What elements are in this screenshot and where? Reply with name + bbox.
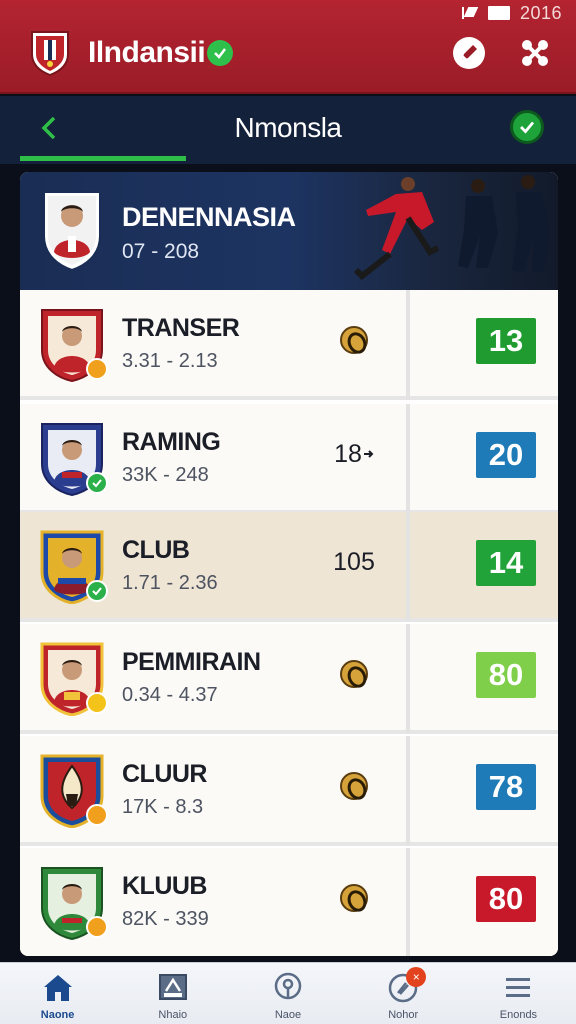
club-score[interactable]: 20 [476,432,536,478]
players-illustration [353,175,550,281]
stadium-icon [158,974,187,1000]
club-row[interactable]: CLUUR 17K - 8.3 78 [20,736,558,846]
edit-button[interactable] [450,34,488,72]
club-logo-icon[interactable] [28,28,72,76]
club-range: 3.31 - 2.13 [122,350,218,372]
club-range: 1.71 - 2.36 [122,572,218,594]
nav-label: Naone [40,1009,75,1021]
club-name: RAMING [122,428,221,456]
club-range: 33K - 248 [122,464,209,486]
club-name: PEMMIRAIN [122,648,261,676]
row-divider [406,404,410,514]
club-name: KLUUB [122,872,208,900]
row-divider [406,512,410,622]
club-crest [40,752,108,829]
football-icon [340,326,368,354]
club-row[interactable]: TRANSER 3.31 - 2.13 13 [20,290,558,400]
status-bar: 2016 [461,2,562,24]
club-score[interactable]: 80 [476,652,536,698]
club-badge-icon [86,804,108,826]
club-row[interactable]: PEMMIRAIN 0.34 - 4.37 80 [20,624,558,734]
nav-label: Naoe [274,1009,302,1021]
featured-club-row[interactable]: DENENNASIA 07 - 208 [20,172,558,290]
home-icon [43,975,72,1001]
nav-label: Enonds [499,1009,538,1021]
signal-icon [461,7,478,19]
player-crest-icon [43,191,101,272]
club-name: TRANSER [122,314,240,342]
club-row[interactable]: CLUB 1.71 - 2.36 105 14 [20,512,558,622]
app-title: Ilndansii [88,36,234,70]
club-score[interactable]: 78 [476,764,536,810]
nav-item-location[interactable]: Naoe [230,963,345,1024]
club-row[interactable]: RAMING 33K - 248 18 20 [20,404,558,514]
menu-icon [506,978,531,997]
row-indicator [324,878,384,918]
club-name: CLUB [122,536,190,564]
row-divider [406,624,410,734]
row-indicator [324,654,384,694]
club-list: DENENNASIA 07 - 208 TRANSER 3.31 - 2.13 … [20,172,558,956]
football-icon [340,884,368,912]
nav-item-menu[interactable]: Enonds [461,963,576,1024]
club-row[interactable]: KLUUB 82K - 339 80 [20,848,558,956]
club-crest [40,528,108,605]
club-badge-icon [86,692,108,714]
club-crest [40,640,108,717]
club-name: CLUUR [122,760,208,788]
row-divider [406,290,410,400]
share-icon [522,40,548,66]
club-badge-icon [86,358,108,380]
club-score[interactable]: 80 [476,876,536,922]
app-bar: 2016 Ilndansii [0,0,576,94]
row-indicator-value: 105 [333,547,375,576]
share-button[interactable] [516,34,554,72]
arrow-icon [363,450,374,458]
active-tab-indicator [20,156,186,161]
location-icon [274,972,302,1000]
battery-icon [487,6,510,20]
status-year: 2016 [519,2,562,23]
verified-badge-icon [86,472,108,494]
verified-badge-icon [86,580,108,602]
featured-club-range: 07 - 208 [122,240,200,263]
notification-badge: × [406,967,427,987]
notification-icon: × [386,967,427,1005]
nav-title: Nmonsla [234,112,342,143]
nav-label: Nohor [388,1009,419,1021]
club-score[interactable]: 14 [476,540,536,586]
nav-label: Nhaio [158,1009,188,1021]
club-badge-icon [86,916,108,938]
club-range: 82K - 339 [122,908,209,930]
row-indicator [324,766,384,806]
football-icon [340,772,368,800]
row-divider [406,848,410,956]
club-crest [40,864,108,941]
row-indicator [324,320,384,360]
app-title-text: Ilndansii [88,36,206,69]
club-range: 17K - 8.3 [122,796,204,818]
featured-club-name: DENENNASIA [122,202,296,232]
row-indicator-value: 18 [334,439,362,468]
club-range: 0.34 - 4.37 [122,684,218,706]
row-indicator: 18 [324,434,384,474]
bottom-nav: Naone Nhaio Naoe × Nohor Enonds [0,962,576,1024]
club-crest [40,420,108,497]
row-divider [406,736,410,846]
nav-item-home[interactable]: Naone [0,963,115,1024]
club-score[interactable]: 13 [476,318,536,364]
club-crest [40,306,108,383]
verified-icon [207,40,234,66]
football-icon [340,660,368,688]
nav-item-stadium[interactable]: Nhaio [115,963,230,1024]
nav-item-notifications[interactable]: × Nohor [346,963,461,1024]
row-indicator: 105 [324,542,384,582]
edit-icon [453,37,485,69]
